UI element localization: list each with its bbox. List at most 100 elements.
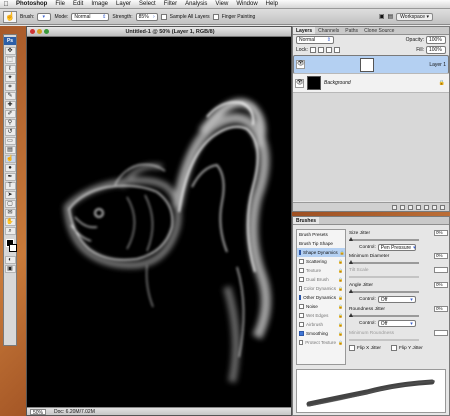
brush-setting-checkbox[interactable] — [299, 286, 302, 291]
brush-setting-checkbox[interactable] — [299, 277, 304, 282]
new-layer-icon[interactable] — [432, 204, 437, 210]
tab-brushes[interactable]: Brushes — [293, 217, 320, 224]
blend-mode-select[interactable]: Normal ⇕ — [296, 36, 334, 44]
layer-mask-icon[interactable] — [408, 204, 413, 210]
history-brush-tool-icon[interactable]: ↺ — [4, 128, 16, 136]
brush-setting-item[interactable]: Brush Presets — [297, 230, 345, 239]
menu-image[interactable]: Image — [87, 0, 112, 9]
lock-icon[interactable]: 🔒 — [338, 293, 343, 302]
tilt-scale-slider[interactable] — [349, 276, 419, 278]
brush-setting-checkbox[interactable] — [299, 322, 304, 327]
brush-setting-item[interactable]: Shape Dynamics 🔒 — [297, 248, 345, 257]
screen-mode-icon[interactable]: ▣ — [4, 265, 16, 273]
lock-icon[interactable]: 🔒 — [338, 302, 343, 311]
finger-painting-checkbox[interactable] — [212, 13, 219, 20]
menu-window[interactable]: Window — [232, 0, 261, 9]
brush-setting-item[interactable]: Other Dynamics 🔒 — [297, 293, 345, 302]
slider-knob[interactable] — [349, 260, 353, 264]
workspace-button[interactable]: Workspace ▾ — [396, 12, 433, 21]
brush-setting-item[interactable]: Wet Edges 🔒 — [297, 311, 345, 320]
size-jitter-field[interactable]: 0% — [434, 230, 448, 236]
control-select-1[interactable]: Pen Pressure ▾ — [377, 244, 416, 251]
lock-pixels-icon[interactable] — [317, 47, 324, 53]
crop-tool-icon[interactable]: ⌗ — [4, 83, 16, 91]
link-layers-icon[interactable] — [392, 204, 397, 210]
lock-transparency-icon[interactable] — [309, 47, 316, 53]
healing-tool-icon[interactable]: ✚ — [4, 101, 16, 109]
lock-icon[interactable]: 🔒 — [338, 311, 343, 320]
menu-filter[interactable]: Filter — [160, 0, 181, 9]
magic-wand-tool-icon[interactable]: ✦ — [4, 74, 16, 82]
path-select-tool-icon[interactable]: ➤ — [4, 191, 16, 199]
tab-channels[interactable]: Channels — [315, 27, 342, 34]
hand-tool-icon[interactable]: ✋ — [4, 218, 16, 226]
slider-knob[interactable] — [349, 313, 353, 317]
lock-icon[interactable]: 🔒 — [340, 248, 345, 257]
roundness-jitter-slider[interactable] — [349, 313, 419, 317]
strength-field[interactable]: 85% › — [135, 12, 158, 21]
brush-setting-checkbox[interactable] — [299, 295, 302, 300]
tool-presets-icon[interactable]: ▤ — [388, 13, 394, 20]
brush-setting-item[interactable]: Brush Tip Shape — [297, 239, 345, 248]
control-select-2[interactable]: Off ▾ — [377, 296, 416, 303]
brush-setting-item[interactable]: Noise 🔒 — [297, 302, 345, 311]
layer-style-icon[interactable] — [400, 204, 405, 210]
brush-setting-item[interactable]: Scattering 🔒 — [297, 257, 345, 266]
menu-file[interactable]: File — [51, 0, 69, 9]
type-tool-icon[interactable]: T — [4, 182, 16, 190]
tab-clone-source[interactable]: Clone Source — [361, 27, 397, 34]
opacity-field[interactable]: 100% — [426, 36, 446, 44]
brush-setting-checkbox[interactable] — [299, 313, 304, 318]
brush-tool-icon[interactable]: ✐ — [4, 110, 16, 118]
size-jitter-slider[interactable] — [349, 237, 419, 241]
fill-field[interactable]: 100% — [426, 46, 446, 54]
brush-setting-checkbox[interactable] — [299, 331, 304, 336]
brush-setting-item[interactable]: Smoothing 🔒 — [297, 329, 345, 338]
brush-setting-checkbox[interactable] — [299, 259, 304, 264]
menu-help[interactable]: Help — [262, 0, 282, 9]
slider-knob[interactable] — [349, 289, 353, 293]
smudge-tool-preset-icon[interactable]: ☝ — [3, 10, 17, 23]
menu-app[interactable]: Photoshop — [12, 0, 51, 9]
eraser-tool-icon[interactable]: ▭ — [4, 137, 16, 145]
brush-setting-checkbox[interactable] — [299, 268, 304, 273]
lock-icon[interactable]: 🔒 — [338, 284, 343, 293]
apple-icon[interactable]:  — [0, 0, 12, 9]
minimize-window-icon[interactable] — [37, 29, 42, 34]
brush-setting-item[interactable]: Color Dynamics 🔒 — [297, 284, 345, 293]
min-diameter-field[interactable]: 0% — [434, 253, 448, 259]
brush-setting-item[interactable]: Airbrush 🔒 — [297, 320, 345, 329]
brush-setting-item[interactable]: Protect Texture 🔒 — [297, 338, 345, 347]
lock-icon[interactable]: 🔒 — [338, 257, 343, 266]
lock-icon[interactable]: 🔒 — [338, 266, 343, 275]
mode-select[interactable]: Normal ⇕ — [71, 12, 110, 21]
menu-analysis[interactable]: Analysis — [181, 0, 211, 9]
menu-edit[interactable]: Edit — [69, 0, 87, 9]
roundness-jitter-field[interactable]: 0% — [434, 306, 448, 312]
flip-x-checkbox[interactable] — [349, 345, 355, 351]
brush-palette-icon[interactable]: ▣ — [379, 13, 385, 20]
adjustment-layer-icon[interactable] — [416, 204, 421, 210]
pen-tool-icon[interactable]: ✒ — [4, 173, 16, 181]
smudge-tool-icon[interactable]: ☝ — [4, 155, 16, 163]
new-group-icon[interactable] — [424, 204, 429, 210]
zoom-tool-icon[interactable]: ⌕ — [4, 227, 16, 235]
menu-view[interactable]: View — [211, 0, 232, 9]
zoom-level[interactable]: 50% — [30, 408, 47, 416]
lock-icon[interactable]: 🔒 — [338, 320, 343, 329]
brush-setting-checkbox[interactable] — [299, 250, 301, 255]
quick-mask-icon[interactable]: ◐ — [4, 256, 16, 264]
lock-icon[interactable]: 🔒 — [338, 329, 343, 338]
lock-icon[interactable]: 🔒 — [338, 338, 343, 347]
slider-knob[interactable] — [349, 237, 353, 241]
menu-select[interactable]: Select — [135, 0, 160, 9]
lasso-tool-icon[interactable]: ℓ — [4, 65, 16, 73]
flip-y-checkbox[interactable] — [391, 345, 397, 351]
canvas[interactable] — [27, 37, 291, 408]
angle-jitter-slider[interactable] — [349, 289, 419, 293]
eye-icon[interactable]: 👁 — [295, 78, 304, 88]
brush-setting-item[interactable]: Dual Brush 🔒 — [297, 275, 345, 284]
marquee-tool-icon[interactable]: ⬚ — [4, 56, 16, 64]
lock-position-icon[interactable] — [325, 47, 332, 53]
shape-tool-icon[interactable]: ▢ — [4, 200, 16, 208]
